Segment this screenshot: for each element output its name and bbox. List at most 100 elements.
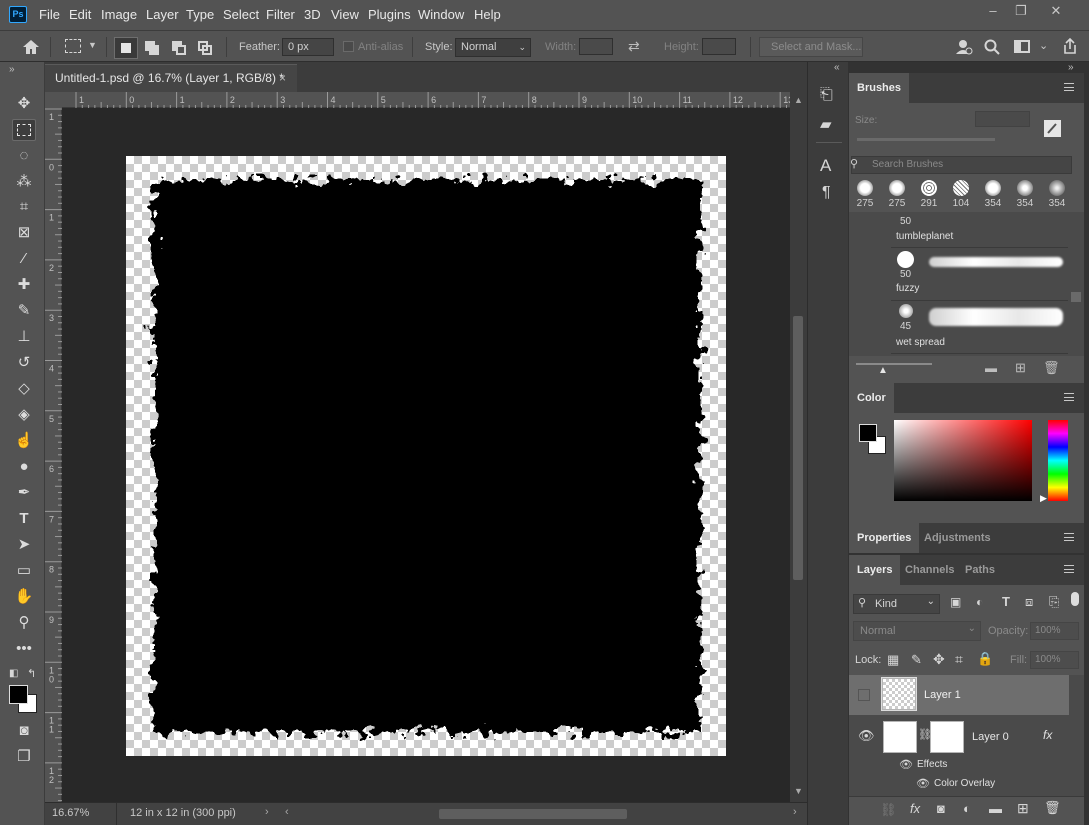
menu-help[interactable]: Help: [474, 7, 501, 22]
add-selection-icon[interactable]: [145, 41, 159, 55]
adjustment-filter-icon[interactable]: ◐: [976, 595, 983, 609]
brush-list-scrollbar[interactable]: [1069, 212, 1084, 356]
eraser-tool-icon[interactable]: ◇: [12, 378, 36, 400]
layer-mask-thumbnail[interactable]: [930, 721, 964, 753]
eye-icon[interactable]: 👁: [916, 777, 930, 790]
brush-preset[interactable]: 354: [978, 180, 1008, 209]
rectangular-marquee-tool-icon[interactable]: [12, 119, 36, 141]
move-tool-icon[interactable]: ✥: [12, 93, 36, 115]
swap-colors-icon[interactable]: ↰: [27, 667, 36, 680]
fx-badge[interactable]: fx: [1043, 728, 1052, 742]
brush-preset[interactable]: 275: [850, 180, 880, 209]
lasso-tool-icon[interactable]: ◌: [12, 145, 36, 167]
scroll-thumb[interactable]: [793, 316, 803, 580]
lock-position-icon[interactable]: ✥: [933, 651, 945, 668]
opacity-input[interactable]: 100%: [1030, 622, 1079, 640]
layer-name[interactable]: Layer 0: [972, 731, 1009, 743]
add-mask-icon[interactable]: ◙: [937, 801, 945, 816]
fill-input[interactable]: 100%: [1030, 651, 1079, 669]
brush-list-item[interactable]: 45 wet spread: [891, 301, 1068, 354]
restore-button[interactable]: ❐: [1006, 3, 1036, 19]
crop-tool-icon[interactable]: ⌗: [12, 196, 36, 218]
brush-preset[interactable]: 104: [946, 180, 976, 209]
chevron-down-icon[interactable]: ▼: [88, 40, 97, 50]
eye-icon[interactable]: 👁: [858, 728, 875, 744]
minimize-button[interactable]: –: [978, 3, 1008, 19]
fx-icon[interactable]: fx: [910, 801, 920, 816]
layer-row-layer-1[interactable]: Layer 1: [849, 675, 1069, 715]
hand-tool-icon[interactable]: ✋: [12, 586, 36, 608]
trash-icon[interactable]: 🗑: [1044, 800, 1061, 816]
document-canvas[interactable]: [126, 156, 726, 756]
subtract-selection-icon[interactable]: [172, 41, 186, 55]
layer-thumbnail[interactable]: [881, 677, 917, 711]
workspace-icon[interactable]: [1014, 40, 1030, 53]
type-tool-icon[interactable]: T: [12, 508, 36, 530]
scroll-left-icon[interactable]: ‹: [285, 806, 289, 818]
quick-mask-icon[interactable]: ◙: [12, 720, 36, 742]
panel-menu-icon[interactable]: [1064, 83, 1074, 91]
healing-brush-tool-icon[interactable]: ✚: [12, 274, 36, 296]
rectangle-tool-icon[interactable]: ▭: [12, 560, 36, 582]
menu-file[interactable]: File: [39, 7, 60, 22]
brush-preset[interactable]: 291: [914, 180, 944, 209]
lock-all-icon[interactable]: 🔒: [977, 651, 993, 667]
tab-layers[interactable]: Layers: [849, 555, 901, 585]
layer-thumbnail[interactable]: [883, 721, 917, 753]
panel-menu-icon[interactable]: [1064, 393, 1074, 401]
new-selection-button[interactable]: [114, 37, 138, 59]
folder-icon[interactable]: ▬: [985, 361, 997, 375]
brush-preset[interactable]: 275: [882, 180, 912, 209]
clone-stamp-tool-icon[interactable]: ⊥: [12, 326, 36, 348]
menu-image[interactable]: Image: [101, 7, 137, 22]
menu-type[interactable]: Type: [186, 7, 214, 22]
visibility-toggle[interactable]: [858, 689, 870, 701]
menu-filter[interactable]: Filter: [266, 7, 295, 22]
home-icon[interactable]: [22, 39, 40, 55]
eye-icon[interactable]: 👁: [899, 758, 913, 771]
tab-channels[interactable]: Channels: [897, 555, 963, 585]
new-layer-icon[interactable]: ⊞: [1017, 800, 1029, 817]
horizontal-scroll-thumb[interactable]: [439, 809, 627, 819]
scroll-right-icon[interactable]: ›: [793, 806, 797, 818]
marquee-preset-icon[interactable]: [65, 39, 81, 53]
scroll-thumb[interactable]: [1071, 292, 1081, 302]
tab-adjustments[interactable]: Adjustments: [916, 523, 999, 553]
brush-tool-icon[interactable]: ✎: [12, 300, 36, 322]
tab-properties[interactable]: Properties: [849, 523, 920, 553]
new-brush-preset-icon[interactable]: ⊞: [1015, 360, 1026, 376]
swap-icon[interactable]: ⇄: [628, 38, 640, 55]
search-icon[interactable]: [984, 39, 1000, 55]
collapse-icon[interactable]: »: [1068, 62, 1074, 73]
height-input[interactable]: [702, 38, 736, 55]
character-panel-icon[interactable]: A: [820, 156, 831, 176]
layers-scrollbar[interactable]: [1069, 675, 1084, 800]
menu-window[interactable]: Window: [418, 7, 464, 22]
width-input[interactable]: [579, 38, 613, 55]
new-brush-icon[interactable]: [1043, 119, 1063, 139]
path-selection-tool-icon[interactable]: ➤: [12, 534, 36, 556]
vertical-scrollbar[interactable]: ▲ ▼: [790, 92, 807, 802]
chevron-down-icon[interactable]: ⌄: [1039, 39, 1048, 52]
frame-tool-icon[interactable]: ⊠: [12, 222, 36, 244]
style-select[interactable]: Normal ⌄: [455, 38, 531, 57]
layer-row-layer-0[interactable]: 👁 ⛓ Layer 0 fx: [849, 716, 1069, 756]
smart-object-filter-icon[interactable]: ⎘: [1049, 594, 1059, 610]
color-field[interactable]: [894, 420, 1032, 501]
effect-row-color-overlay[interactable]: 👁 Color Overlay: [849, 775, 1069, 795]
lock-artboard-icon[interactable]: ⌗: [955, 651, 963, 668]
scroll-down-icon[interactable]: ▼: [794, 786, 803, 796]
type-filter-icon[interactable]: T: [1002, 594, 1010, 609]
menu-plugins[interactable]: Plugins: [368, 7, 411, 22]
search-brushes-field[interactable]: ⚲ Search Brushes: [850, 156, 1072, 174]
eyedropper-tool-icon[interactable]: ⁄: [12, 248, 36, 270]
brush-preset[interactable]: 354: [1010, 180, 1040, 209]
hue-handle-icon[interactable]: ▶: [1040, 493, 1047, 504]
tab-brushes[interactable]: Brushes: [849, 73, 910, 103]
history-panel-icon[interactable]: ⎗: [820, 86, 833, 104]
paragraph-panel-icon[interactable]: ¶: [822, 184, 831, 202]
share-user-icon[interactable]: [955, 38, 973, 56]
panel-menu-icon[interactable]: [1064, 533, 1074, 541]
feather-input[interactable]: 0 px: [282, 38, 334, 56]
tab-color[interactable]: Color: [849, 383, 894, 413]
